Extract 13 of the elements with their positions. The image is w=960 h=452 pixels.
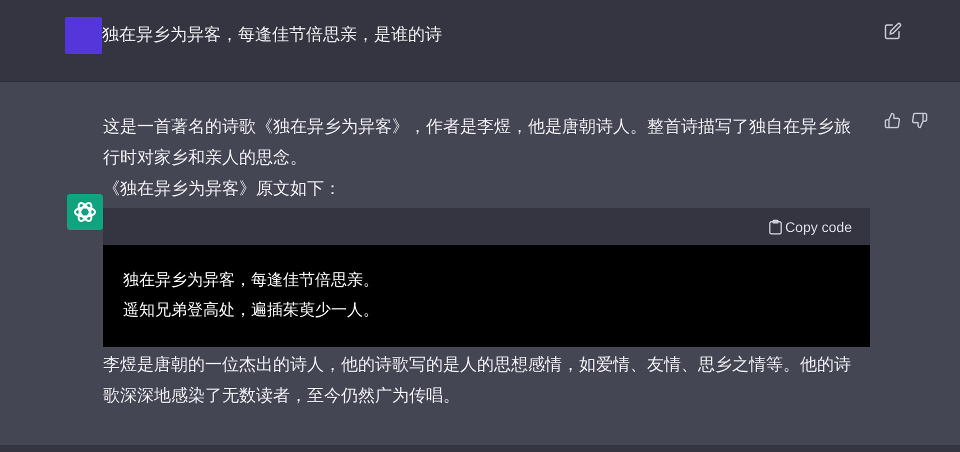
thumbs-down-icon[interactable] [911, 112, 928, 129]
answer-paragraph: 李煜是唐朝的一位杰出的诗人，他的诗歌写的是人的思想感情，如爱情、友情、思乡之情等。他的诗歌深深地感染了无数读者，至今仍然广为传唱。 [103, 354, 852, 408]
question-text: 独在异乡为异客，每逢佳节倍思亲，是谁的诗 [102, 24, 443, 46]
answer-paragraph: 《独在异乡为异客》原文如下： [103, 178, 342, 201]
answer-paragraph: 这是一首著名的诗歌《独在异乡为异客》，作者是李煜，他是唐朝诗人。整首诗描写了独自在异乡旅行时对家乡和亲人的思念。 [103, 116, 852, 170]
user-avatar [65, 17, 102, 54]
code-line: 独在异乡为异客，每逢佳节倍思亲。 [123, 269, 380, 291]
code-line: 遥知兄弟登高处，遍插茱萸少一人。 [123, 299, 380, 321]
clipboard-icon [769, 218, 782, 234]
edit-icon[interactable] [884, 22, 902, 40]
copy-code-button[interactable]: Copy code [769, 218, 852, 234]
assistant-logo-icon [67, 194, 103, 230]
thumbs-up-icon[interactable] [884, 112, 901, 129]
